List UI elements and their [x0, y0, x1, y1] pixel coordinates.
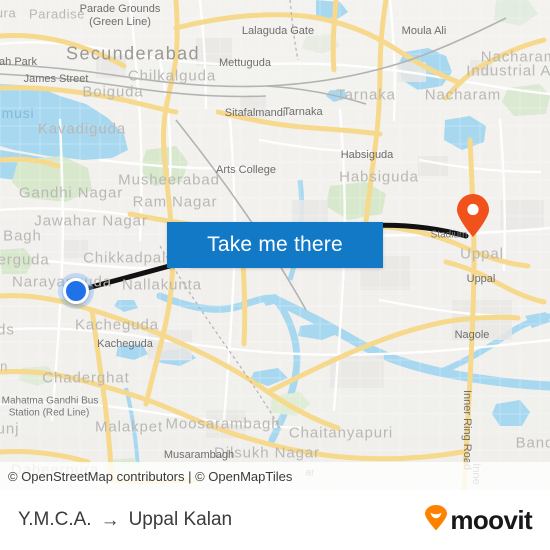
attribution-text: © OpenStreetMap contributors | © OpenMap…	[8, 468, 293, 484]
moovit-pin-icon	[424, 504, 448, 536]
take-me-there-button[interactable]: Take me there	[167, 222, 383, 268]
trip-origin: Y.M.C.A.	[18, 509, 92, 530]
origin-dot-marker[interactable]	[63, 278, 89, 304]
moovit-wordmark: moovit	[450, 504, 532, 535]
destination-pin-marker[interactable]	[456, 194, 490, 238]
arrow-right-icon: →	[100, 509, 120, 531]
footer-bar: Y.M.C.A. → Uppal Kalan moovit	[0, 490, 550, 550]
map-attribution[interactable]: © OpenStreetMap contributors | © OpenMap…	[0, 462, 550, 490]
take-me-there-label: Take me there	[207, 233, 343, 256]
trip-summary: Y.M.C.A. → Uppal Kalan	[18, 509, 232, 531]
trip-destination: Uppal Kalan	[128, 509, 233, 530]
moovit-trip-map-screen: Paradise Parade Grounds (Green Line) Lalagu…	[0, 0, 550, 550]
moovit-logo[interactable]: moovit	[424, 504, 533, 536]
map-canvas[interactable]: Paradise Parade Grounds (Green Line) Lalagu…	[0, 0, 550, 490]
